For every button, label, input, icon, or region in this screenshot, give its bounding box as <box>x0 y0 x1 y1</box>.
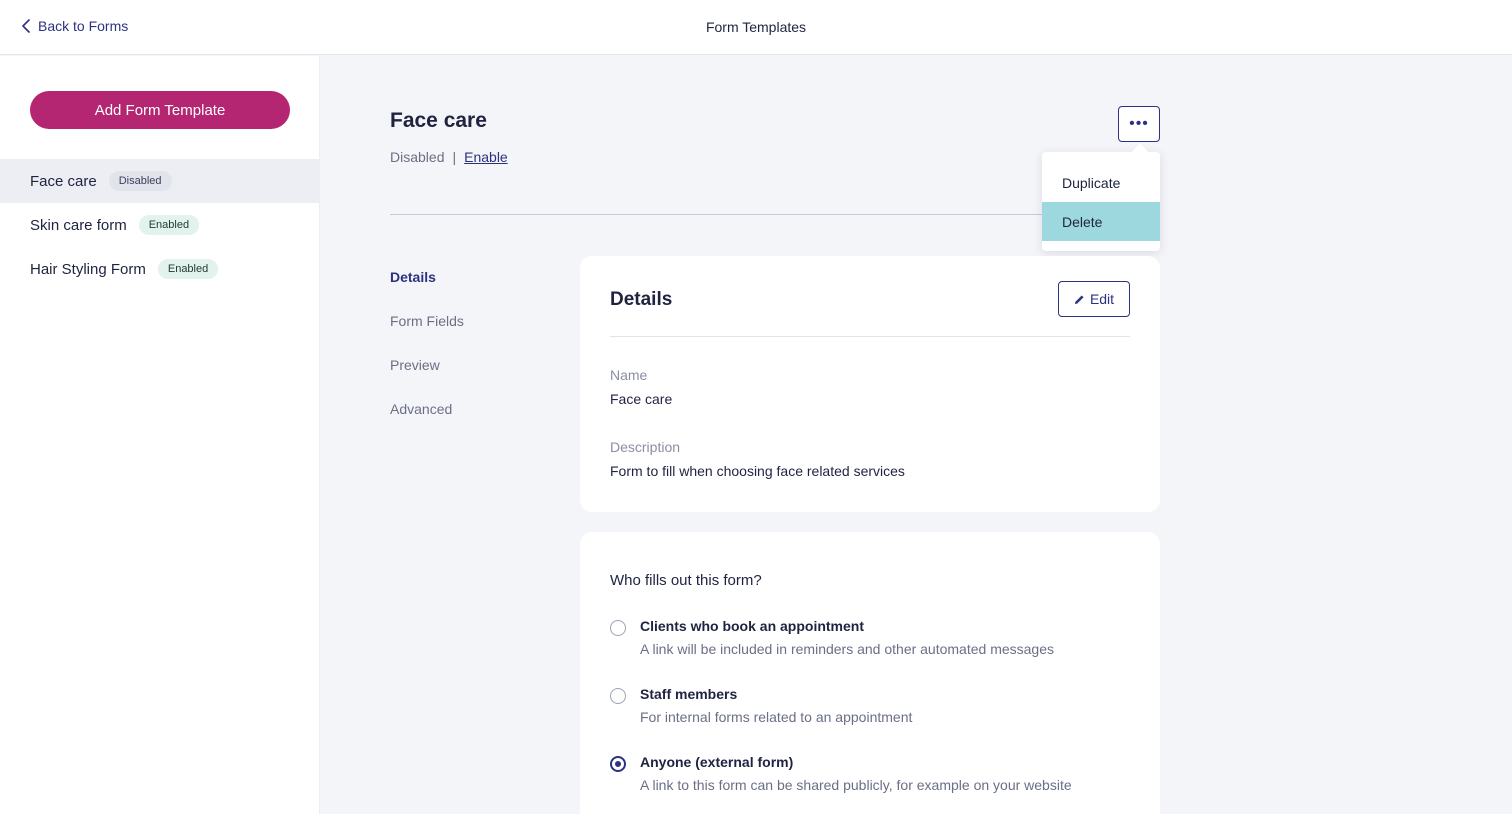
option-label: Staff members <box>640 686 738 702</box>
add-form-template-button[interactable]: Add Form Template <box>30 91 290 129</box>
more-options-button[interactable]: ••• <box>1118 106 1160 142</box>
section-nav-form-fields[interactable]: Form Fields <box>390 313 464 329</box>
menu-item-delete[interactable]: Delete <box>1042 202 1160 241</box>
details-card-title: Details <box>610 289 673 310</box>
template-status-line: Disabled | Enable <box>390 149 508 165</box>
description-label: Description <box>610 439 681 455</box>
option-label: Clients who book an appointment <box>640 618 864 634</box>
edit-label: Edit <box>1089 291 1115 307</box>
template-name: Hair Styling Form <box>30 260 146 278</box>
option-description: For internal forms related to an appoint… <box>640 709 913 725</box>
card-divider <box>610 336 1130 337</box>
radio-button[interactable] <box>610 620 626 636</box>
status-badge: Enabled <box>138 215 200 235</box>
status-separator: | <box>452 149 457 165</box>
main-content: Face care Disabled | Enable ••• Duplicat… <box>320 56 1512 814</box>
option-description: A link to this form can be shared public… <box>640 777 1072 793</box>
who-fills-card: Who fills out this form? Clients who boo… <box>580 532 1160 814</box>
template-sidebar: Add Form Template Face care Disabled Ski… <box>0 56 320 814</box>
top-bar: Back to Forms Form Templates <box>0 0 1512 55</box>
page-title: Form Templates <box>705 19 807 35</box>
more-options-menu: Duplicate Delete <box>1042 152 1160 251</box>
enable-link[interactable]: Enable <box>464 149 508 165</box>
radio-button[interactable] <box>610 688 626 704</box>
radio-button-selected[interactable] <box>610 756 626 772</box>
section-nav-details[interactable]: Details <box>390 269 436 285</box>
pencil-icon <box>1074 294 1084 304</box>
template-status: Disabled <box>390 149 445 165</box>
template-name: Skin care form <box>30 216 127 234</box>
option-description: A link will be included in reminders and… <box>640 641 1055 657</box>
description-value: Form to fill when choosing face related … <box>610 463 905 479</box>
menu-item-duplicate[interactable]: Duplicate <box>1042 163 1160 202</box>
template-name: Face care <box>30 172 97 190</box>
details-card: Details Edit Name Face care Description … <box>580 256 1160 512</box>
template-list-item-skin-care[interactable]: Skin care form Enabled <box>0 203 320 247</box>
section-nav-advanced[interactable]: Advanced <box>390 401 452 417</box>
template-title: Face care <box>390 109 487 132</box>
template-list-item-hair-styling[interactable]: Hair Styling Form Enabled <box>0 247 320 291</box>
option-label: Anyone (external form) <box>640 754 794 770</box>
ellipsis-icon: ••• <box>1129 115 1149 132</box>
who-fills-title: Who fills out this form? <box>610 572 762 589</box>
template-list-item-face-care[interactable]: Face care Disabled <box>0 159 320 203</box>
edit-details-button[interactable]: Edit <box>1058 281 1130 317</box>
name-value: Face care <box>610 391 673 407</box>
section-nav-preview[interactable]: Preview <box>390 357 440 373</box>
status-badge: Disabled <box>108 171 172 191</box>
name-label: Name <box>610 367 648 383</box>
status-badge: Enabled <box>157 259 219 279</box>
